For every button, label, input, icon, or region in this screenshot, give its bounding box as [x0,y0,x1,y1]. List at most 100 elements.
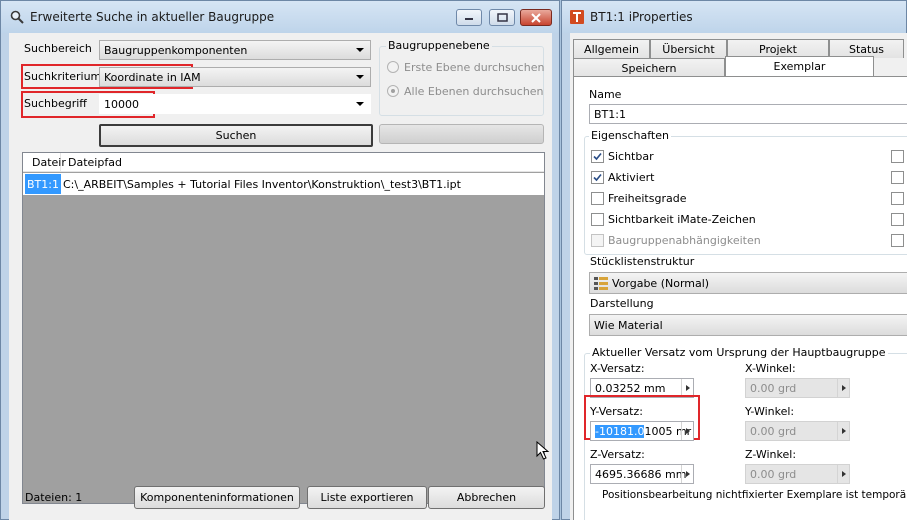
suchkriterium-label: Suchkriterium [24,70,102,83]
chevron-down-icon [356,75,364,79]
darstellung-value: Wie Material [594,318,663,332]
z-winkel-label: Z-Winkel: [745,448,797,461]
x-winkel-label: X-Winkel: [745,362,796,375]
files-count-status: Dateien: 1 [25,491,83,504]
results-header: Dateir Dateipfad [23,153,544,172]
suchbereich-dropdown[interactable]: Baugruppenkomponenten [99,40,371,60]
eigenschaften-title: Eigenschaften [589,129,671,142]
z-winkel-spin[interactable] [837,465,849,483]
name-input[interactable]: BT1:1 [589,104,907,124]
search-button[interactable]: Suchen [99,124,373,147]
suchbereich-label: Suchbereich [24,42,92,55]
z-versatz-input[interactable]: 4695.36686 mm [590,464,694,484]
x-winkel-input[interactable]: 0.00 grd [745,378,850,398]
search-button-label: Suchen [215,129,257,142]
x-winkel-spin[interactable] [837,379,849,397]
radio-alle-ebenen[interactable] [387,85,399,97]
table-row[interactable]: BT1:1 C:\_ARBEIT\Samples + Tutorial File… [23,173,544,195]
z-winkel-input[interactable]: 0.00 grd [745,464,850,484]
suchbegriff-value: 10000 [104,97,139,111]
checkmark-icon [593,152,602,161]
y-winkel-spin[interactable] [837,422,849,440]
freiheitsgrade-checkbox[interactable] [591,192,604,205]
iproperties-title: BT1:1 iProperties [590,10,693,24]
right-checkbox-4[interactable] [891,213,904,226]
exemplar-tab-page: Name BT1:1 Eigenschaften Sichtbar Aktivi… [573,76,907,520]
position-note: Positionsbearbeitung nichtfixierter Exem… [602,489,907,501]
search-progress-bar [379,124,544,144]
iproperties-client: Allgemein Übersicht Projekt Status Speic… [570,33,907,520]
z-versatz-spin[interactable] [681,465,693,483]
suchbegriff-label: Suchbegriff [24,97,87,110]
iproperties-titlebar[interactable]: BT1:1 iProperties [562,1,906,33]
search-dialog-window: Erweiterte Suche in aktueller Baugruppe … [0,0,560,520]
tab-allgemein[interactable]: Allgemein [573,39,650,58]
aktiviert-label: Aktiviert [608,171,655,184]
radio-erste-ebene-label: Erste Ebene durchsuchen [404,61,545,74]
baugruppenabhaengigkeiten-checkbox[interactable] [591,234,604,247]
baugruppenebene-title: Baugruppenebene [386,39,492,52]
maximize-button[interactable] [489,9,515,26]
radio-circle-icon [387,85,399,97]
baugruppenabhaengigkeiten-label: Baugruppenabhängigkeiten [608,234,761,247]
close-icon [531,12,541,23]
baugruppenebene-group [379,46,544,116]
y-versatz-spin[interactable] [681,422,693,440]
search-dialog-titlebar[interactable]: Erweiterte Suche in aktueller Baugruppe [1,1,559,33]
sichtbar-label: Sichtbar [608,150,654,163]
column-header-dateipfad[interactable]: Dateipfad [63,153,543,171]
sichtbar-checkbox[interactable] [591,150,604,163]
row-path-cell: C:\_ARBEIT\Samples + Tutorial Files Inve… [63,177,461,191]
z-versatz-label: Z-Versatz: [590,448,645,461]
komponenteninformationen-button[interactable]: Komponenteninformationen [134,486,300,509]
row-name-cell: BT1:1 [25,174,61,194]
suchkriterium-dropdown[interactable]: Koordinate in IAM [99,67,371,87]
imate-label: Sichtbarkeit iMate-Zeichen [608,213,756,226]
y-versatz-input[interactable]: -10181.0 1005 mr [590,421,694,441]
chevron-right-icon [685,385,690,391]
chevron-right-icon [685,428,690,434]
imate-checkbox[interactable] [591,213,604,226]
darstellung-dropdown[interactable]: Wie Material [589,314,907,336]
x-versatz-label: X-Versatz: [590,362,645,375]
mouse-cursor-icon [536,441,550,460]
close-button[interactable] [520,9,552,26]
liste-exportieren-button[interactable]: Liste exportieren [307,486,427,509]
radio-erste-ebene[interactable] [387,61,399,73]
suchkriterium-value: Koordinate in IAM [104,70,201,84]
y-versatz-label: Y-Versatz: [590,405,643,418]
chevron-right-icon [841,428,846,434]
chevron-right-icon [841,385,846,391]
abbrechen-button[interactable]: Abbrechen [428,486,545,509]
inventor-app-icon [570,10,584,24]
column-header-dateiname[interactable]: Dateir [23,153,66,171]
y-versatz-selected-text: -10181.0 [595,424,645,438]
tab-exemplar[interactable]: Exemplar [725,56,874,76]
right-checkbox-3[interactable] [891,192,904,205]
y-winkel-input[interactable]: 0.00 grd [745,421,850,441]
search-dialog-title: Erweiterte Suche in aktueller Baugruppe [30,10,275,24]
minimize-button[interactable] [456,9,482,26]
search-dialog-client: Suchbereich Baugruppenkomponenten Suchkr… [9,33,552,520]
stueckliste-label: Stücklistenstruktur [590,255,695,268]
checkmark-icon [593,173,602,182]
tab-uebersicht[interactable]: Übersicht [650,39,727,58]
right-checkbox-2[interactable] [891,171,904,184]
name-label: Name [589,88,622,101]
y-winkel-label: Y-Winkel: [745,405,795,418]
chevron-right-icon [685,471,690,477]
radio-alle-ebenen-label: Alle Ebenen durchsuchen [404,85,544,98]
right-checkbox-5[interactable] [891,234,904,247]
minimize-icon [465,17,473,20]
tab-speichern[interactable]: Speichern [573,58,725,77]
bom-structure-icon [594,276,608,290]
results-list[interactable]: Dateir Dateipfad BT1:1 C:\_ARBEIT\Sample… [22,152,550,504]
right-checkbox-1[interactable] [891,150,904,163]
aktiviert-checkbox[interactable] [591,171,604,184]
magnifier-icon [10,10,24,24]
suchbegriff-input[interactable]: 10000 [99,94,371,114]
chevron-right-icon [841,471,846,477]
chevron-down-icon [356,102,364,106]
radio-circle-icon [387,61,399,73]
stueckliste-dropdown[interactable]: Vorgabe (Normal) [589,272,907,294]
